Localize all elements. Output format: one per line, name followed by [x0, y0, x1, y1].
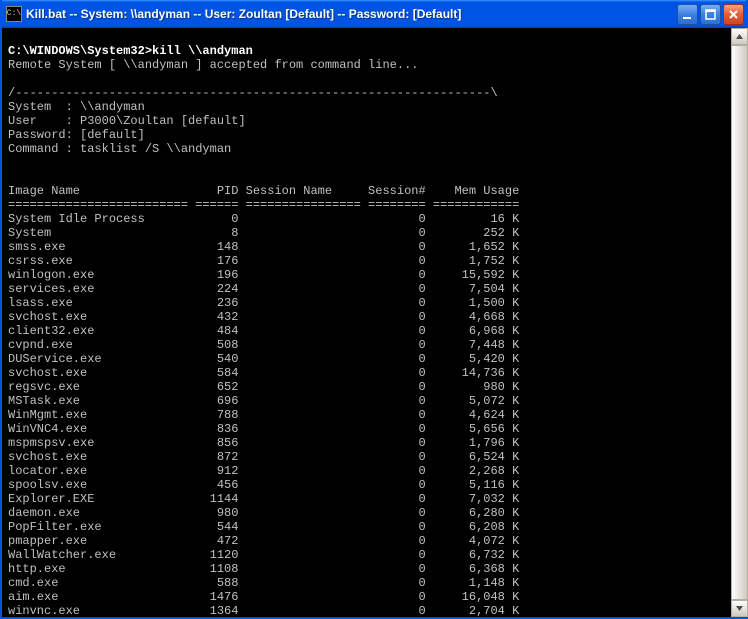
minimize-icon — [681, 8, 694, 21]
close-button[interactable] — [723, 4, 744, 25]
cmd-icon: C:\ — [6, 6, 22, 22]
terminal-output[interactable]: C:\WINDOWS\System32>kill \\andyman Remot… — [2, 28, 746, 617]
titlebar[interactable]: C:\ Kill.bat -- System: \\andyman -- Use… — [2, 0, 746, 28]
chevron-down-icon — [735, 604, 744, 613]
scroll-up-button[interactable] — [731, 28, 748, 45]
minimize-button[interactable] — [677, 4, 698, 25]
console-window: C:\ Kill.bat -- System: \\andyman -- Use… — [0, 0, 748, 619]
maximize-button[interactable] — [700, 4, 721, 25]
window-controls — [677, 4, 744, 25]
scrollbar-track[interactable] — [731, 45, 748, 600]
scrollbar-thumb[interactable] — [731, 45, 748, 600]
scroll-down-button[interactable] — [731, 600, 748, 617]
close-icon — [727, 8, 740, 21]
vertical-scrollbar[interactable] — [731, 28, 748, 617]
window-title: Kill.bat -- System: \\andyman -- User: Z… — [26, 7, 677, 21]
maximize-icon — [704, 8, 717, 21]
chevron-up-icon — [735, 32, 744, 41]
